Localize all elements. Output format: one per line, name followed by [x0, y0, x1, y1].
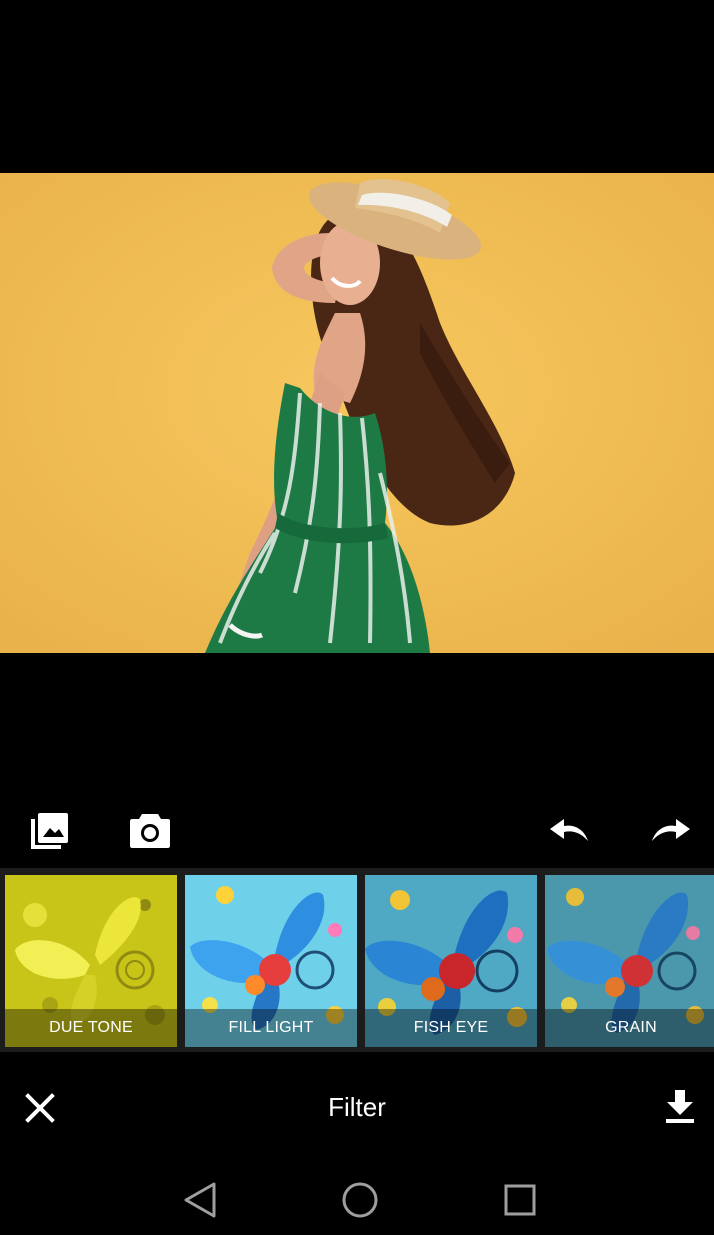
filter-label: GRAIN	[545, 1009, 714, 1047]
recents-square-icon	[504, 1184, 536, 1216]
download-button[interactable]	[658, 1084, 702, 1128]
filter-label: FISH EYE	[365, 1009, 537, 1047]
page-title: Filter	[328, 1092, 386, 1122]
bottom-action-bar: Filter	[0, 1052, 714, 1162]
filter-item-due-tone[interactable]: DUE TONE	[5, 875, 177, 1047]
photo-canvas[interactable]	[0, 173, 714, 653]
gallery-icon	[31, 813, 68, 849]
back-button[interactable]	[178, 1178, 222, 1222]
edited-photo	[0, 173, 714, 653]
filter-item-fish-eye[interactable]: FISH EYE	[365, 875, 537, 1047]
home-button[interactable]	[338, 1178, 382, 1222]
undo-button[interactable]	[548, 808, 592, 852]
filter-label: DUE TONE	[5, 1009, 177, 1047]
recents-button[interactable]	[498, 1178, 542, 1222]
undo-icon	[550, 819, 588, 841]
back-triangle-icon	[184, 1182, 216, 1218]
gallery-button[interactable]	[28, 808, 72, 852]
system-navigation-bar	[0, 1162, 714, 1235]
camera-button[interactable]	[128, 808, 172, 852]
filter-strip[interactable]: DUE TONE FILL LIGHT FISH EYE GRAIN	[0, 868, 714, 1052]
filter-item-grain[interactable]: GRAIN	[545, 875, 714, 1047]
filter-item-fill-light[interactable]: FILL LIGHT	[185, 875, 357, 1047]
camera-icon	[130, 814, 170, 848]
redo-button[interactable]	[648, 808, 692, 852]
download-icon	[666, 1090, 694, 1123]
redo-icon	[652, 819, 690, 841]
home-circle-icon	[342, 1182, 378, 1218]
filter-label: FILL LIGHT	[185, 1009, 357, 1047]
